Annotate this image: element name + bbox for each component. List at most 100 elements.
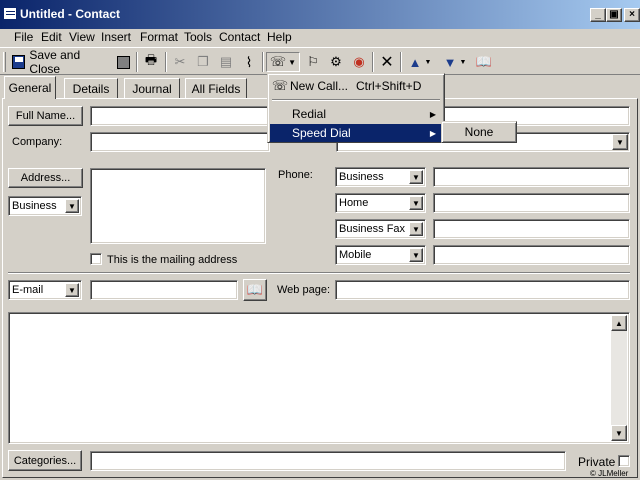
email-type-value: E-mail (12, 284, 44, 296)
next-item-button[interactable]: ▼ ▼ (440, 52, 470, 72)
cut-button[interactable]: ✂ (170, 52, 190, 72)
speed-dial-none-item[interactable]: None (444, 124, 514, 140)
mailing-address-checkbox[interactable] (90, 253, 102, 265)
restore-button[interactable]: ▣ (606, 8, 622, 22)
full-name-button[interactable]: Full Name... (8, 106, 83, 126)
attach-button[interactable]: ⌇ (239, 52, 259, 72)
categories-field[interactable] (90, 451, 566, 471)
menu-separator (272, 99, 440, 101)
scroll-down-icon[interactable]: ▼ (611, 425, 627, 441)
tab-details[interactable]: Details (64, 78, 118, 98)
organize-icon: ⚙ (330, 54, 342, 69)
email-field[interactable] (90, 280, 238, 300)
watermark: © JLMeller (590, 469, 629, 478)
print-icon: 🖶 (144, 52, 158, 67)
address-book-icon: 📖 (246, 282, 264, 297)
menu-item-new-call[interactable]: ☏ New Call... Ctrl+Shift+D (270, 77, 442, 95)
scroll-up-icon[interactable]: ▲ (611, 315, 627, 331)
new-call-label: New Call... (290, 79, 349, 93)
contact-app-icon (3, 7, 17, 20)
chevron-down-icon[interactable]: ▼ (409, 248, 423, 262)
chevron-down-icon[interactable]: ▼ (409, 170, 423, 184)
window-title: Untitled - Contact (20, 7, 120, 21)
phone-type-select-2[interactable]: Home ▼ (335, 193, 426, 213)
notes-field[interactable]: ▲ ▼ (8, 312, 630, 444)
minimize-button[interactable]: _ (590, 8, 606, 22)
phone-field-4[interactable] (433, 245, 630, 265)
phone-type-select-3[interactable]: Business Fax ▼ (335, 219, 426, 239)
toolbar-separator (400, 52, 402, 72)
save-disk-icon (116, 55, 130, 69)
tab-general[interactable]: General (4, 76, 56, 99)
delete-button[interactable]: ✕ (377, 52, 397, 72)
notes-scrollbar[interactable]: ▲ ▼ (611, 315, 627, 441)
toolbar-grip[interactable] (3, 52, 6, 72)
save-copy-button[interactable] (113, 52, 133, 72)
company-label: Company: (12, 136, 63, 148)
follow-up-button[interactable]: ⚐ (303, 52, 323, 72)
company-field[interactable] (90, 132, 270, 152)
select-names-button[interactable]: 📖 (243, 279, 267, 301)
categories-button[interactable]: Categories... (8, 450, 82, 471)
menu-contact[interactable]: Contact (219, 30, 260, 44)
phone-type-value: Home (339, 197, 369, 209)
phone-field-1[interactable] (433, 167, 630, 187)
toolbar-separator (165, 52, 167, 72)
menu-bar: File Edit View Insert Format Tools Conta… (0, 29, 640, 47)
chevron-down-icon[interactable]: ▼ (65, 199, 79, 213)
copy-button[interactable]: ❐ (193, 52, 213, 72)
web-page-label: Web page: (277, 284, 331, 296)
web-page-field[interactable] (335, 280, 630, 300)
save-and-close-button[interactable]: Save and Close (12, 48, 110, 76)
phone-type-select-1[interactable]: Business ▼ (335, 167, 426, 187)
phone-type-value: Mobile (339, 249, 372, 261)
toolbar-separator (136, 52, 138, 72)
close-button[interactable]: × (624, 8, 640, 22)
autodialer-button[interactable]: ☏ ▼ (266, 52, 300, 72)
chevron-down-icon[interactable]: ▼ (65, 283, 79, 297)
copy-icon: ❐ (197, 54, 209, 69)
toolbar-separator (372, 52, 374, 72)
toolbar: Save and Close 🖶 ✂ ❐ ▤ ⌇ ☏ ▼ ⚐ ⚙ ◉ ✕ ▲ ▼… (0, 47, 640, 76)
phone-type-value: Business Fax (339, 223, 406, 235)
menu-insert[interactable]: Insert (101, 30, 131, 44)
menu-format[interactable]: Format (140, 30, 178, 44)
previous-item-button[interactable]: ▲ ▼ (405, 52, 435, 72)
menu-file[interactable]: File (14, 30, 33, 44)
address-button[interactable]: Address... (8, 168, 83, 188)
next-item-icon: ▼ (443, 54, 457, 70)
address-type-select[interactable]: Business ▼ (8, 196, 82, 216)
private-label: Private (578, 455, 616, 469)
section-divider (8, 272, 630, 274)
chevron-down-icon[interactable]: ▼ (409, 196, 423, 210)
menu-item-redial[interactable]: Redial ▶ (270, 105, 442, 123)
display-map-button[interactable]: ◉ (349, 52, 369, 72)
phone-type-select-4[interactable]: Mobile ▼ (335, 245, 426, 265)
tab-journal[interactable]: Journal (124, 78, 180, 98)
menu-tools[interactable]: Tools (184, 30, 212, 44)
title-bar[interactable]: Untitled - Contact _ ▣ × (0, 0, 640, 29)
organize-button[interactable]: ⚙ (326, 52, 346, 72)
address-book-button[interactable]: 📖 (474, 52, 494, 72)
phone-field-3[interactable] (433, 219, 630, 239)
menu-item-speed-dial[interactable]: Speed Dial ▶ (270, 124, 442, 142)
paste-button[interactable]: ▤ (216, 52, 236, 72)
address-field[interactable] (90, 168, 266, 244)
menu-help[interactable]: Help (267, 30, 292, 44)
phone-icon: ☏ (271, 78, 289, 93)
paste-icon: ▤ (219, 54, 233, 69)
email-type-select[interactable]: E-mail ▼ (8, 280, 82, 300)
menu-edit[interactable]: Edit (41, 30, 62, 44)
menu-view[interactable]: View (69, 30, 95, 44)
delete-icon: ✕ (380, 54, 394, 71)
print-button[interactable]: 🖶 (141, 52, 161, 72)
private-checkbox[interactable] (618, 455, 630, 467)
speed-dial-submenu: None (441, 121, 517, 143)
phone-field-2[interactable] (433, 193, 630, 213)
chevron-down-icon[interactable]: ▼ (612, 134, 628, 150)
mailing-address-label: This is the mailing address (107, 254, 238, 266)
tab-all-fields[interactable]: All Fields (185, 78, 247, 98)
speed-dial-label: Speed Dial (292, 126, 351, 140)
chevron-down-icon[interactable]: ▼ (409, 222, 423, 236)
full-name-field[interactable] (90, 106, 270, 126)
